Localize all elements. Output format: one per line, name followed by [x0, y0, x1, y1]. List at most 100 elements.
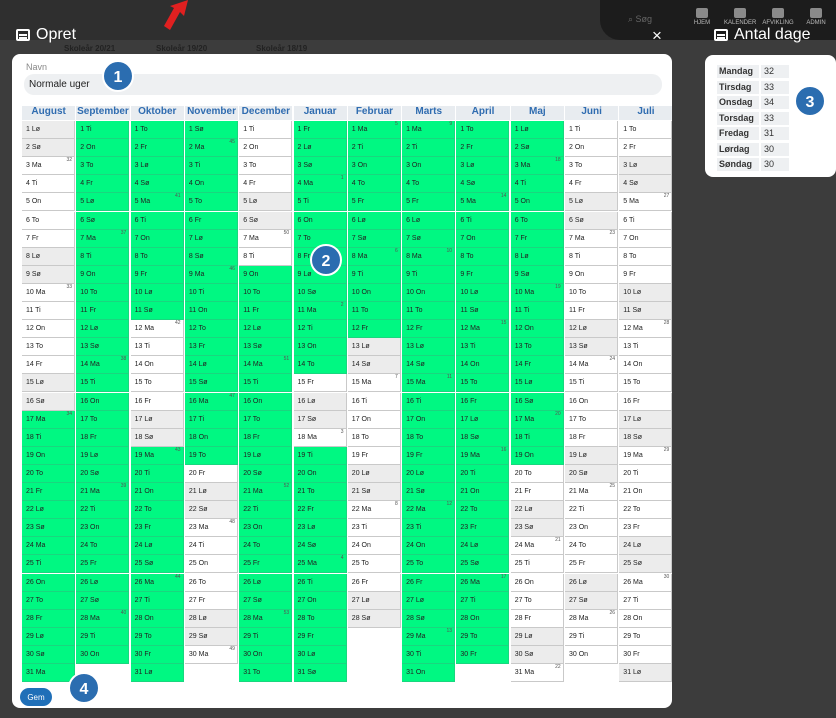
calendar-day-cell[interactable]: 15 Ma 11: [402, 374, 456, 393]
calendar-day-cell[interactable]: 7 Ma 37: [76, 229, 130, 248]
calendar-day-cell[interactable]: 14 On: [456, 356, 510, 375]
calendar-day-cell[interactable]: 17 Lø: [456, 410, 510, 429]
calendar-day-cell[interactable]: 7 Ma 50: [239, 229, 293, 248]
calendar-day-cell[interactable]: 29 To: [619, 627, 672, 646]
calendar-day-cell[interactable]: 5 Ma 41: [130, 193, 184, 212]
calendar-day-cell[interactable]: 3 To: [239, 157, 293, 176]
calendar-day-cell[interactable]: 10 On: [402, 283, 456, 302]
tab-skolear-2021[interactable]: Skoleår 20/21: [64, 44, 115, 53]
calendar-day-cell[interactable]: 9 Ma 46: [184, 265, 238, 284]
calendar-day-cell[interactable]: 13 To: [510, 338, 564, 357]
calendar-day-cell[interactable]: 3 On: [402, 157, 456, 176]
calendar-day-cell[interactable]: 2 On: [565, 139, 618, 158]
calendar-day-cell[interactable]: 12 On: [510, 320, 564, 339]
calendar-day-cell[interactable]: 16 Fr: [130, 392, 184, 411]
calendar-day-cell[interactable]: 18 Ti: [510, 428, 564, 447]
nav-calendar[interactable]: KALENDER: [724, 8, 756, 26]
calendar-day-cell[interactable]: 8 Ti: [565, 247, 618, 266]
calendar-day-cell[interactable]: 27 Ti: [456, 591, 510, 610]
calendar-day-cell[interactable]: 3 Ti: [184, 157, 238, 176]
calendar-day-cell[interactable]: 22 Lø: [22, 501, 75, 520]
calendar-day-cell[interactable]: 3 Ma 18: [510, 157, 564, 176]
calendar-day-cell[interactable]: 26 Ma 44: [130, 573, 184, 592]
calendar-day-cell[interactable]: 2 Fr: [456, 139, 510, 158]
calendar-day-cell[interactable]: 4 Fr: [239, 175, 293, 194]
calendar-day-cell[interactable]: 17 On: [402, 410, 456, 429]
calendar-day-cell[interactable]: 10 Lø: [619, 283, 672, 302]
calendar-day-cell[interactable]: 6 Ti: [456, 211, 510, 230]
calendar-day-cell[interactable]: 19 Lø: [239, 446, 293, 465]
calendar-day-cell[interactable]: 3 Ma 32: [22, 157, 75, 176]
calendar-day-cell[interactable]: 24 Lø: [456, 537, 510, 556]
calendar-day-cell[interactable]: 3 To: [76, 157, 130, 176]
calendar-day-cell[interactable]: 25 To: [402, 555, 456, 574]
calendar-day-cell[interactable]: 29 Ma 13: [402, 627, 456, 646]
calendar-day-cell[interactable]: 25 On: [184, 555, 238, 574]
calendar-day-cell[interactable]: 18 Fr: [239, 428, 293, 447]
calendar-day-cell[interactable]: 4 Ti: [510, 175, 564, 194]
calendar-day-cell[interactable]: 13 On: [293, 338, 347, 357]
calendar-day-cell[interactable]: 20 Ti: [130, 464, 184, 483]
calendar-day-cell[interactable]: 21 Ma 25: [565, 483, 618, 501]
calendar-day-cell[interactable]: 22 Fr: [293, 501, 347, 520]
calendar-day-cell[interactable]: 5 Fr: [402, 193, 456, 212]
calendar-day-cell[interactable]: 12 Ma 42: [130, 320, 184, 339]
save-button[interactable]: Gem: [20, 688, 52, 706]
calendar-day-cell[interactable]: 4 Fr: [565, 175, 618, 194]
calendar-day-cell[interactable]: 24 Ma 21: [510, 537, 564, 556]
calendar-day-cell[interactable]: 24 On: [402, 537, 456, 556]
calendar-day-cell[interactable]: 5 Ma 14: [456, 193, 510, 212]
calendar-day-cell[interactable]: 19 Ma 16: [456, 446, 510, 465]
calendar-day-cell[interactable]: 15 Ti: [76, 374, 130, 393]
calendar-day-cell[interactable]: 17 Lø: [130, 410, 184, 429]
calendar-day-cell[interactable]: 15 Lø: [22, 374, 75, 393]
calendar-day-cell[interactable]: 6 Ti: [130, 211, 184, 230]
calendar-day-cell[interactable]: 2 Lø: [293, 139, 347, 158]
calendar-day-cell[interactable]: 16 On: [565, 392, 618, 411]
calendar-day-cell[interactable]: 14 Fr: [510, 356, 564, 375]
calendar-day-cell[interactable]: 29 Fr: [293, 627, 347, 646]
calendar-day-cell[interactable]: 21 On: [619, 483, 672, 501]
calendar-day-cell[interactable]: 19 On: [510, 446, 564, 465]
calendar-day-cell[interactable]: 9 Fr: [130, 265, 184, 284]
calendar-day-cell[interactable]: 26 On: [22, 573, 75, 592]
calendar-day-cell[interactable]: 10 Lø: [130, 283, 184, 302]
calendar-day-cell[interactable]: 7 Ma 23: [565, 229, 618, 248]
calendar-day-cell[interactable]: 15 To: [130, 374, 184, 393]
calendar-day-cell[interactable]: 18 To: [347, 428, 401, 447]
calendar-day-cell[interactable]: 10 To: [565, 283, 618, 302]
calendar-day-cell[interactable]: 2 Ma 45: [184, 139, 238, 158]
calendar-day-cell[interactable]: 26 To: [184, 573, 238, 592]
calendar-day-cell[interactable]: 20 Ti: [619, 464, 672, 483]
calendar-day-cell[interactable]: 20 Fr: [184, 464, 238, 483]
calendar-day-cell[interactable]: 1 To: [130, 121, 184, 139]
calendar-day-cell[interactable]: 6 To: [22, 211, 75, 230]
calendar-day-cell[interactable]: 13 Ti: [130, 338, 184, 357]
calendar-day-cell[interactable]: 14 On: [619, 356, 672, 375]
calendar-day-cell[interactable]: 23 Sø: [22, 519, 75, 538]
calendar-day-cell[interactable]: 25 Ma 4: [293, 555, 347, 574]
calendar-day-cell[interactable]: 14 To: [293, 356, 347, 375]
calendar-day-cell[interactable]: 21 On: [130, 483, 184, 501]
calendar-day-cell[interactable]: 19 Fr: [402, 446, 456, 465]
calendar-day-cell[interactable]: 12 Lø: [239, 320, 293, 339]
calendar-day-cell[interactable]: 17 To: [239, 410, 293, 429]
calendar-day-cell[interactable]: 14 Ma 24: [565, 356, 618, 375]
calendar-day-cell[interactable]: 16 Ti: [347, 392, 401, 411]
calendar-day-cell[interactable]: 24 To: [239, 537, 293, 556]
calendar-day-cell[interactable]: 20 Lø: [347, 464, 401, 483]
calendar-day-cell[interactable]: 29 Lø: [510, 627, 564, 646]
calendar-day-cell[interactable]: 5 Lø: [565, 193, 618, 212]
calendar-day-cell[interactable]: 17 On: [347, 410, 401, 429]
calendar-day-cell[interactable]: 6 Fr: [184, 211, 238, 230]
calendar-day-cell[interactable]: 24 Lø: [130, 537, 184, 556]
calendar-day-cell[interactable]: 7 On: [130, 229, 184, 248]
calendar-day-cell[interactable]: 20 On: [293, 464, 347, 483]
calendar-day-cell[interactable]: 11 Ti: [510, 302, 564, 320]
calendar-day-cell[interactable]: 18 Fr: [565, 428, 618, 447]
nav-afvikling[interactable]: AFVIKLING: [762, 8, 794, 26]
nav-home[interactable]: HJEM: [686, 8, 718, 26]
calendar-day-cell[interactable]: 17 To: [76, 410, 130, 429]
calendar-day-cell[interactable]: 17 Sø: [293, 410, 347, 429]
calendar-day-cell[interactable]: 16 On: [239, 392, 293, 411]
